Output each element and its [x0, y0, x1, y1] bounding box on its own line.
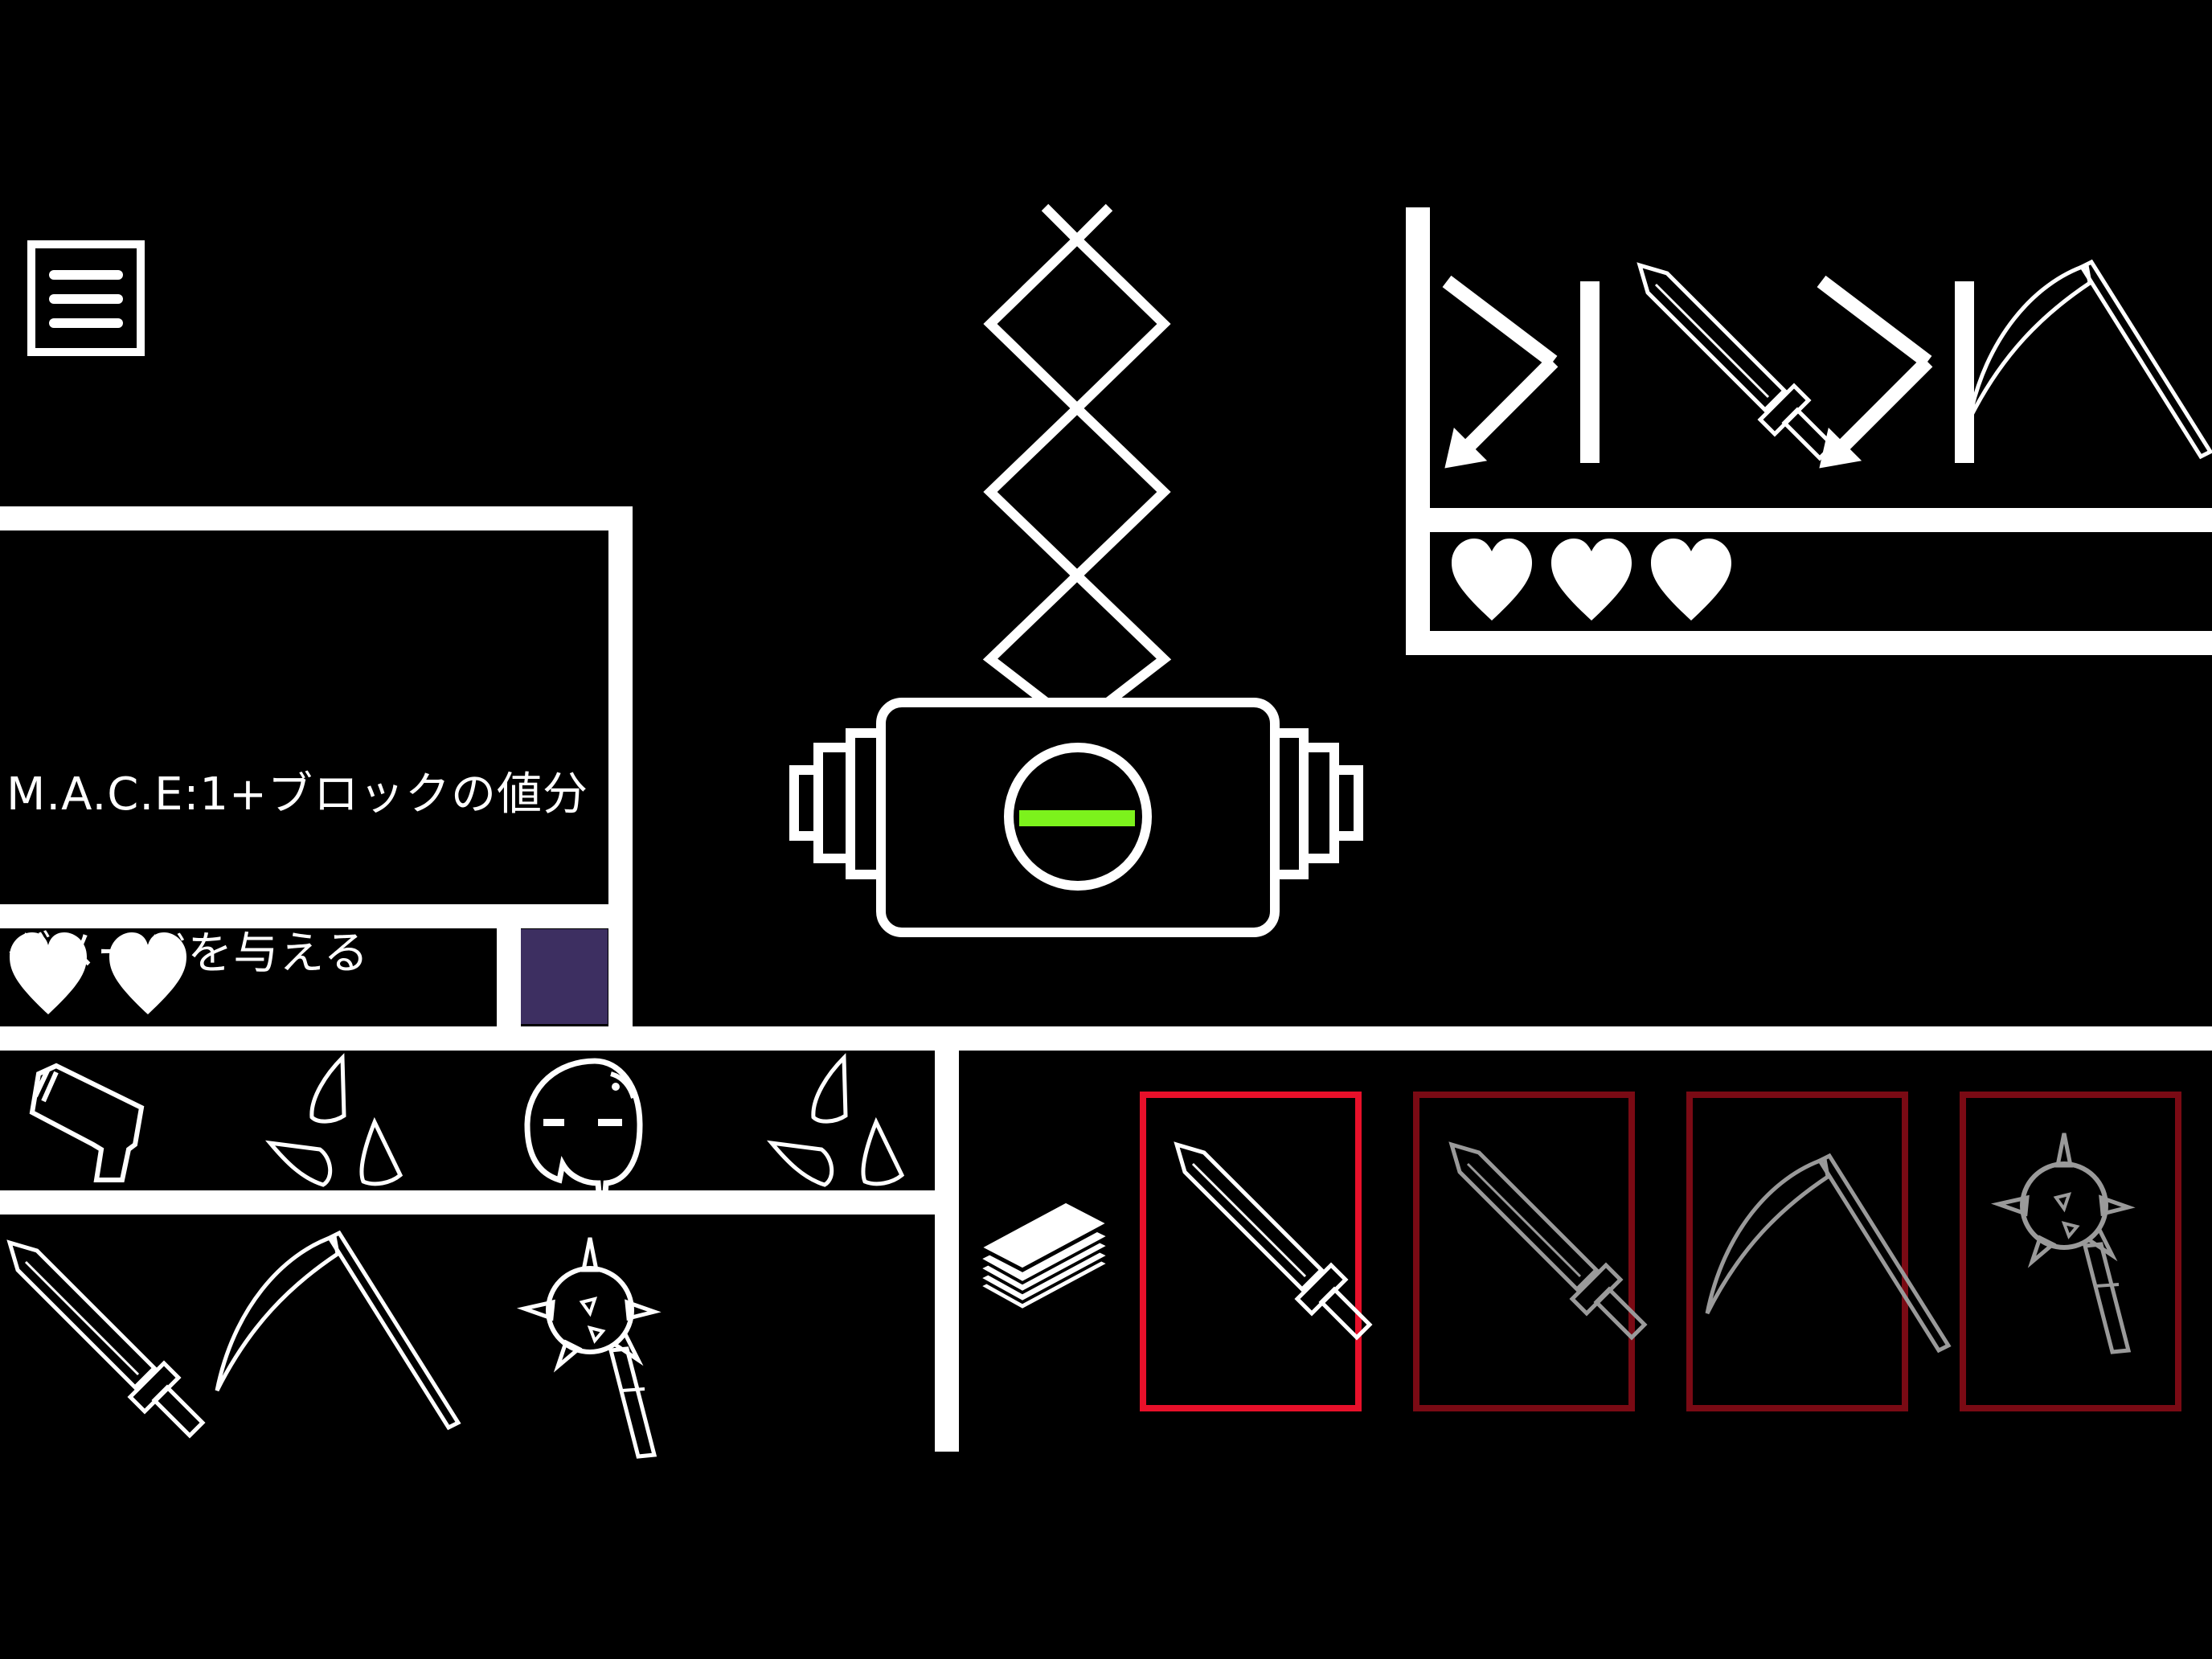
card-stack-icon — [974, 1198, 1114, 1313]
enemy-lives — [1452, 539, 1731, 621]
menu-button[interactable] — [27, 240, 145, 356]
card-description: M.A.C.E:1+ブロックの値分 ダメージを与える — [6, 662, 601, 1034]
heart-icon — [1551, 539, 1632, 621]
card-frame — [1413, 1092, 1635, 1411]
sword-icon[interactable] — [10, 1243, 203, 1436]
heart-icon — [1452, 539, 1532, 621]
scissor-arm — [982, 203, 1172, 707]
spikes-icon[interactable] — [270, 1058, 400, 1185]
heart-icon — [1651, 539, 1731, 621]
drop-arrow-icon — [1821, 281, 1974, 466]
hamburger-menu-icon — [49, 270, 123, 328]
card-description-line-2: ダメージを与える — [6, 928, 370, 980]
skull-icon[interactable] — [524, 1058, 643, 1206]
hand-card-4[interactable] — [1960, 1092, 2181, 1411]
hand-card-1[interactable] — [1140, 1092, 1370, 1411]
inventory-row-1 — [29, 1058, 902, 1206]
card-description-line-1: M.A.C.E:1+ブロックの値分 — [6, 768, 588, 821]
pistol-icon[interactable] — [29, 1063, 145, 1182]
mace-icon — [1998, 1133, 2128, 1352]
hand-card-3[interactable] — [1686, 1092, 1948, 1411]
mace-icon[interactable] — [524, 1238, 654, 1456]
inventory-row-2 — [10, 1233, 654, 1456]
drop-arrow-icon — [1447, 281, 1600, 466]
scythe-icon — [1707, 1156, 1948, 1350]
machine-indicator — [1004, 743, 1152, 891]
deck-button[interactable] — [974, 1198, 1114, 1313]
enemy-intents — [1447, 262, 2210, 466]
sword-icon — [1640, 265, 1833, 458]
sword-icon — [1452, 1145, 1645, 1337]
sword-icon — [1177, 1145, 1370, 1337]
card-frame — [1140, 1092, 1362, 1411]
scythe-icon[interactable] — [217, 1233, 458, 1428]
card-frame — [1686, 1092, 1908, 1411]
hand-card-2[interactable] — [1413, 1092, 1645, 1411]
spikes-icon[interactable] — [772, 1058, 902, 1185]
minus-icon — [1019, 810, 1135, 826]
scythe-icon — [1969, 262, 2210, 457]
card-frame — [1960, 1092, 2181, 1411]
